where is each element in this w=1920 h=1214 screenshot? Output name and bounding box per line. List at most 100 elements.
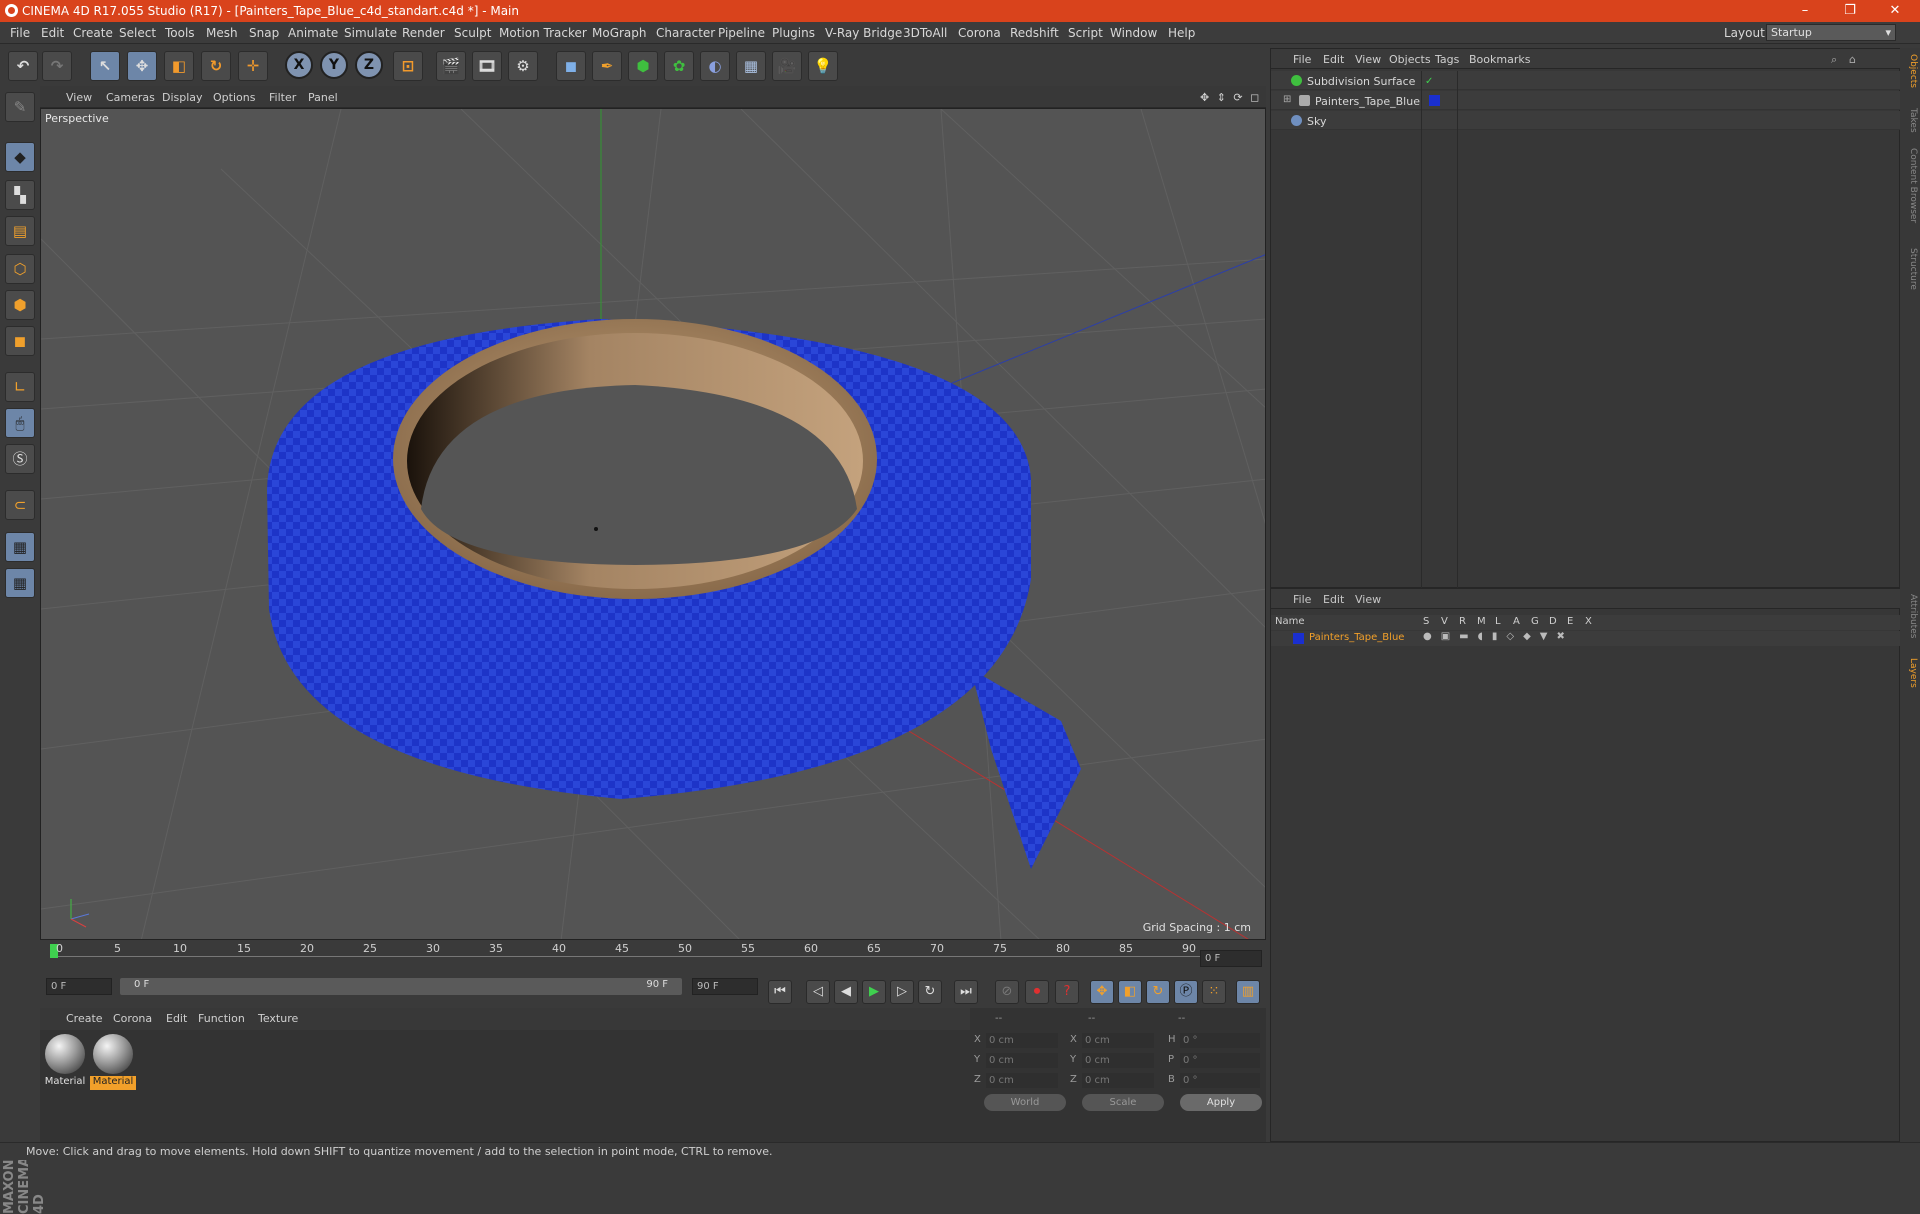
floor-button[interactable]: ▦ (736, 51, 766, 81)
go-to-end-button[interactable]: ⏭ (954, 980, 978, 1004)
menu-window[interactable]: Window (1110, 26, 1157, 40)
transform-tool-button[interactable]: ✛ (238, 51, 268, 81)
menu-character[interactable]: Character (656, 26, 715, 40)
layout-select[interactable]: Startup ▾ (1766, 24, 1896, 41)
cloner-button[interactable]: ✿ (664, 51, 694, 81)
material-swatch[interactable]: Material (90, 1030, 136, 1092)
menu-simulate[interactable]: Simulate (344, 26, 397, 40)
light-button[interactable]: 💡 (808, 51, 838, 81)
previous-key-button[interactable]: ◁ (806, 980, 830, 1004)
material-swatch[interactable]: Material (42, 1030, 88, 1092)
position-y-field[interactable]: 0 cm (986, 1053, 1058, 1068)
menu-script[interactable]: Script (1068, 26, 1103, 40)
coordinate-system-button[interactable]: ⊡ (393, 51, 423, 81)
tab-attributes[interactable]: Attributes (1902, 594, 1918, 638)
object-row-painters-tape-blue[interactable]: ⊞ Painters_Tape_Blue (1271, 91, 1901, 110)
layer-menu-view[interactable]: View (1355, 593, 1381, 606)
obj-menu-bookmarks[interactable]: Bookmarks (1469, 53, 1530, 66)
record-keys-button[interactable]: ⏺ (1025, 980, 1049, 1004)
tab-content-browser[interactable]: Content Browser (1902, 148, 1918, 223)
vp-menu-view[interactable]: View (66, 91, 92, 104)
object-row-subdivision-surface[interactable]: Subdivision Surface ✓ (1271, 71, 1901, 90)
layer-menu-file[interactable]: File (1293, 593, 1311, 606)
current-frame-field[interactable]: 0 F (1200, 950, 1262, 967)
position-x-field[interactable]: 0 cm (986, 1033, 1058, 1048)
tweak-mode-button[interactable]: 🖱 (5, 408, 35, 438)
object-row-sky[interactable]: Sky (1271, 111, 1901, 130)
menu-help[interactable]: Help (1168, 26, 1195, 40)
render-view-button[interactable]: 🎬 (436, 51, 466, 81)
vp-menu-panel[interactable]: Panel (308, 91, 338, 104)
enabled-check-icon[interactable]: ✓ (1425, 76, 1433, 87)
pen-spline-button[interactable]: ✒ (592, 51, 622, 81)
rotate-tool-button[interactable]: ↻ (201, 51, 231, 81)
start-frame-field[interactable]: 0 F (46, 978, 112, 995)
next-frame-button[interactable]: ▷ (890, 980, 914, 1004)
menu-mograph[interactable]: MoGraph (592, 26, 647, 40)
size-y-field[interactable]: 0 cm (1082, 1053, 1154, 1068)
obj-menu-file[interactable]: File (1293, 53, 1311, 66)
menu-plugins[interactable]: Plugins (772, 26, 815, 40)
menu-tools[interactable]: Tools (165, 26, 195, 40)
deformer-button[interactable]: ◐ (700, 51, 730, 81)
vp-menu-cameras[interactable]: Cameras (106, 91, 155, 104)
camera-button[interactable]: 🎥 (772, 51, 802, 81)
menu-select[interactable]: Select (119, 26, 156, 40)
expand-icon[interactable]: ⊞ (1283, 94, 1291, 105)
texture-mode-button[interactable]: ▚ (5, 180, 35, 210)
menu-sculpt[interactable]: Sculpt (454, 26, 491, 40)
close-button[interactable]: ✕ (1880, 2, 1910, 20)
subdivision-surface-button[interactable]: ⬢ (628, 51, 658, 81)
loop-button[interactable]: ↻ (918, 980, 942, 1004)
size-z-field[interactable]: 0 cm (1082, 1073, 1154, 1088)
magnet-button[interactable]: ⊂ (5, 490, 35, 520)
move-tool-button[interactable]: ✥ (127, 51, 157, 81)
timeline-ruler[interactable]: 0 5 10 15 20 25 30 35 40 45 50 55 60 65 … (40, 940, 1266, 978)
menu-vray-bridge[interactable]: V-Ray Bridge (825, 26, 902, 40)
menu-edit[interactable]: Edit (41, 26, 64, 40)
size-x-field[interactable]: 0 cm (1082, 1033, 1154, 1048)
select-tool-button[interactable]: ↖ (90, 51, 120, 81)
end-frame-field[interactable]: 90 F (692, 978, 758, 995)
render-picture-viewer-button[interactable]: 🎞 (472, 51, 502, 81)
scale-tool-button[interactable]: ◧ (164, 51, 194, 81)
previous-frame-button[interactable]: ◀ (834, 980, 858, 1004)
menu-corona[interactable]: Corona (958, 26, 1001, 40)
mat-menu-edit[interactable]: Edit (166, 1012, 187, 1025)
layer-color-swatch[interactable] (1293, 633, 1304, 644)
layer-row[interactable]: Painters_Tape_Blue ●▣▬◖▮◇◆▼✖ (1271, 631, 1901, 646)
autokey-button[interactable]: ? (1055, 980, 1079, 1004)
key-position-button[interactable]: ✥ (1090, 980, 1114, 1004)
search-icon[interactable]: ⌕ (1831, 53, 1837, 67)
menu-motion-tracker[interactable]: Motion Tracker (499, 26, 587, 40)
workplane-lock-button[interactable]: ▦ (5, 532, 35, 562)
snap-button[interactable]: Ⓢ (5, 444, 35, 474)
mat-menu-create[interactable]: Create (66, 1012, 103, 1025)
minimize-button[interactable]: – (1790, 2, 1820, 20)
home-icon[interactable]: ⌂ (1849, 53, 1856, 66)
layer-toggle-icons[interactable]: ●▣▬◖▮◇◆▼✖ (1423, 631, 1574, 642)
motion-record-button[interactable]: ⊘ (995, 980, 1019, 1004)
tab-takes[interactable]: Takes (1902, 108, 1918, 133)
mat-menu-corona[interactable]: Corona (113, 1012, 152, 1025)
restore-button[interactable]: ❐ (1835, 2, 1865, 20)
rotation-b-field[interactable]: 0 ° (1180, 1073, 1260, 1088)
key-pla-button[interactable]: ⁙ (1202, 980, 1226, 1004)
obj-menu-objects[interactable]: Objects (1389, 53, 1431, 66)
coord-space-select[interactable]: World (984, 1094, 1066, 1111)
menu-pipeline[interactable]: Pipeline (718, 26, 765, 40)
vp-menu-options[interactable]: Options (213, 91, 255, 104)
tab-structure[interactable]: Structure (1902, 248, 1918, 290)
workplane-mode-button[interactable]: ▤ (5, 216, 35, 246)
rotation-h-field[interactable]: 0 ° (1180, 1033, 1260, 1048)
x-axis-lock-button[interactable]: X (285, 51, 313, 79)
vp-menu-display[interactable]: Display (162, 91, 203, 104)
viewport-nav-icons[interactable]: ✥ ⇕ ⟳ ◻ (1200, 91, 1261, 104)
position-z-field[interactable]: 0 cm (986, 1073, 1058, 1088)
make-editable-button[interactable]: ✎ (5, 92, 35, 122)
y-axis-lock-button[interactable]: Y (320, 51, 348, 79)
key-rotation-button[interactable]: ↻ (1146, 980, 1170, 1004)
timeline-window-button[interactable]: ▥ (1236, 980, 1260, 1004)
menu-create[interactable]: Create (73, 26, 113, 40)
rotation-p-field[interactable]: 0 ° (1180, 1053, 1260, 1068)
